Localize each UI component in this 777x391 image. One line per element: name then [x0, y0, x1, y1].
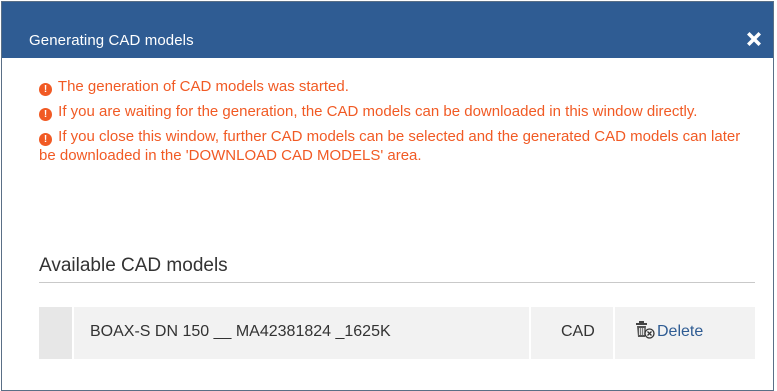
warning-icon: !	[39, 108, 52, 121]
model-name: BOAX-S DN 150 __ MA42381824 _1625K	[90, 323, 391, 340]
close-icon[interactable]	[743, 28, 765, 50]
trash-delete-icon	[636, 321, 655, 339]
dialog-titlebar: Generating CAD models	[2, 2, 773, 58]
warning-icon: !	[39, 133, 52, 146]
message-text: The generation of CAD models was started…	[57, 78, 349, 95]
message-waiting: ! If you are waiting for the generation,…	[39, 102, 759, 121]
message-text: If you are waiting for the generation, t…	[58, 103, 698, 120]
model-row: BOAX-S DN 150 __ MA42381824 _1625K CAD D…	[39, 307, 755, 359]
cad-generation-dialog: Generating CAD models ! The generation o…	[1, 1, 774, 391]
dialog-title: Generating CAD models	[29, 32, 194, 49]
message-close-window: ! If you close this window, further CAD …	[39, 127, 759, 165]
row-handle	[39, 307, 72, 359]
column-divider	[613, 307, 615, 359]
message-started: ! The generation of CAD models was start…	[39, 77, 759, 96]
model-type: CAD	[561, 323, 595, 340]
delete-button[interactable]: Delete	[635, 321, 703, 341]
message-text: If you close this window, further CAD mo…	[39, 128, 741, 164]
available-models-heading: Available CAD models	[39, 255, 228, 276]
warning-icon: !	[39, 83, 52, 96]
column-divider	[529, 307, 531, 359]
section-divider	[39, 282, 755, 283]
delete-label: Delete	[657, 323, 704, 340]
status-messages: ! The generation of CAD models was start…	[39, 77, 759, 171]
column-divider	[72, 307, 74, 359]
